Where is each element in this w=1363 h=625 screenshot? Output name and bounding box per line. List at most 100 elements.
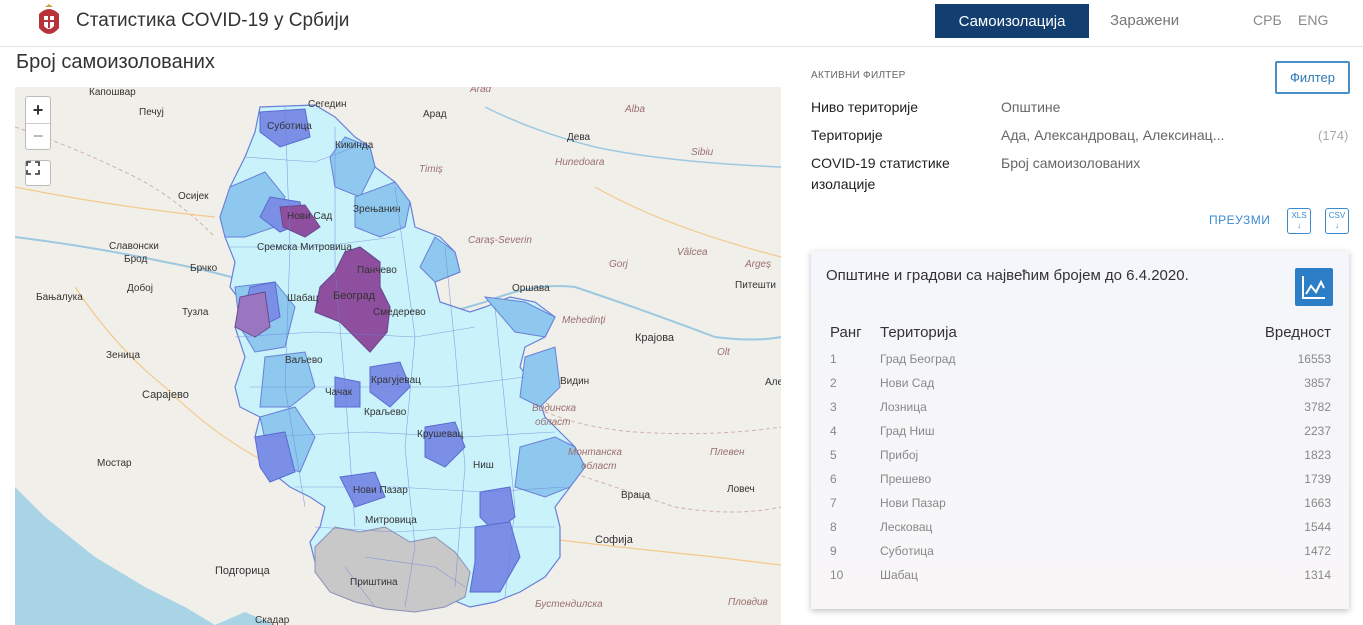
rank-cell: 1	[830, 352, 837, 366]
value-cell: 1739	[1304, 472, 1331, 486]
zoom-out-button[interactable]: −	[26, 123, 50, 149]
map-label: Подгорица	[215, 565, 270, 577]
map-label: Бустендилска	[535, 599, 603, 610]
value-cell: 1472	[1304, 544, 1331, 558]
lang-srb[interactable]: СРБ	[1253, 12, 1282, 28]
map-label: област	[535, 417, 571, 428]
map-label: Caraș-Severin	[468, 235, 532, 246]
table-row[interactable]: 8 Лесковац 1544	[811, 520, 1349, 544]
csv-download-icon[interactable]: CSV ↓	[1325, 208, 1349, 234]
zoom-in-button[interactable]: +	[26, 97, 50, 123]
xls-download-icon[interactable]: XLS ↓	[1287, 208, 1311, 234]
map-label: Крајова	[635, 332, 675, 344]
map-label: Ловеч	[727, 484, 755, 495]
map-label: Шабац	[287, 293, 319, 304]
header: Статистика COVID-19 у Србији Самоизолаци…	[0, 0, 1363, 47]
territory-cell: Лозница	[880, 400, 927, 414]
table-row[interactable]: 3 Лозница 3782	[811, 400, 1349, 424]
top-municipalities-card: Општине и градови са највећим бројем до …	[811, 251, 1349, 609]
map-label: Чачак	[325, 387, 353, 398]
choropleth-map[interactable]: + − Капошвар Печуј Сегедин Arad Арад Alb…	[15, 87, 781, 625]
map-label: Sibiu	[691, 147, 714, 158]
value-cell: 1544	[1304, 520, 1331, 534]
territory-cell: Нови Пазар	[880, 496, 946, 510]
map-label: Нови Сад	[287, 211, 333, 222]
map-label: Суботица	[267, 121, 312, 132]
table-row[interactable]: 5 Прибој 1823	[811, 448, 1349, 472]
map-label: Печуј	[139, 107, 164, 118]
zoom-control: + −	[25, 96, 51, 150]
value-cell: 16553	[1297, 352, 1331, 366]
map-label: Alba	[625, 104, 646, 115]
map-label: Оршава	[512, 283, 550, 294]
map-label: Митровица	[365, 515, 417, 526]
table-row[interactable]: 4 Град Ниш 2237	[811, 424, 1349, 448]
map-label: Софија	[595, 534, 633, 546]
map-label: Београд	[333, 290, 376, 302]
map-label: Брод	[124, 254, 148, 265]
nav-infected[interactable]: Заражени	[1110, 12, 1179, 29]
table-row[interactable]: 6 Прешево 1739	[811, 472, 1349, 496]
territory-cell: Шабац	[880, 568, 918, 582]
table-row[interactable]: 9 Суботица 1472	[811, 544, 1349, 568]
filter-button[interactable]: Филтер	[1275, 61, 1350, 94]
map-label: Питешти	[735, 280, 776, 291]
map-label: Крагујевац	[371, 375, 421, 386]
map-label: Капошвар	[89, 87, 136, 98]
map-label: Брчко	[190, 263, 218, 274]
map-label: Ниш	[473, 460, 494, 471]
map-label: Сремска Митровица	[257, 242, 352, 253]
map-label: Приштина	[350, 577, 398, 588]
map-label: Добој	[127, 283, 153, 294]
line-chart-icon[interactable]	[1295, 268, 1333, 306]
csv-label: CSV	[1328, 211, 1346, 220]
map-label: Argeș	[745, 259, 772, 270]
app-title: Статистика COVID-19 у Србији	[76, 10, 350, 31]
map-label: Але	[765, 377, 781, 388]
map-label: Vâlcea	[677, 247, 708, 258]
map-label: област	[581, 461, 617, 472]
rank-cell: 5	[830, 448, 837, 462]
rank-cell: 2	[830, 376, 837, 390]
value-cell: 2237	[1304, 424, 1331, 438]
map-label: Сегедин	[308, 99, 347, 110]
filter-stat-value: Број самоизолованих	[1001, 155, 1141, 171]
rank-cell: 10	[830, 568, 844, 582]
rank-cell: 9	[830, 544, 837, 558]
lang-eng[interactable]: ENG	[1298, 12, 1328, 28]
map-label: Плевен	[710, 447, 745, 458]
rank-cell: 3	[830, 400, 837, 414]
table-row[interactable]: 2 Нови Сад 3857	[811, 376, 1349, 400]
map-label: Пловдив	[728, 597, 768, 608]
map-label: Смедерево	[373, 307, 426, 318]
map-label: Арад	[423, 109, 447, 120]
nav-self-isolation[interactable]: Самоизолација	[935, 4, 1089, 38]
fullscreen-icon[interactable]	[25, 160, 51, 186]
download-label: ПРЕУЗМИ	[1209, 213, 1271, 227]
coat-of-arms-logo[interactable]	[36, 4, 62, 42]
value-cell: 1823	[1304, 448, 1331, 462]
map-label: Зеница	[106, 350, 140, 361]
value-cell: 3782	[1304, 400, 1331, 414]
map-label: Скадар	[255, 615, 290, 625]
map-label: Тузла	[182, 307, 209, 318]
map-label: Славонски	[109, 241, 159, 252]
map-label: Осијек	[178, 191, 209, 202]
rank-cell: 8	[830, 520, 837, 534]
table-row[interactable]: 10 Шабац 1314	[811, 568, 1349, 592]
col-value-header: Вредност	[1264, 324, 1331, 341]
map-label: Нови Пазар	[353, 485, 408, 496]
map-label: Olt	[717, 347, 730, 358]
table-row[interactable]: 1 Град Београд 16553	[811, 352, 1349, 376]
map-label: Дева	[567, 132, 591, 143]
table-row[interactable]: 7 Нови Пазар 1663	[811, 496, 1349, 520]
map-label: Бањалука	[36, 292, 83, 303]
filter-level-label: Ниво територије	[811, 99, 919, 115]
map-label: Gorj	[609, 259, 628, 270]
map-label: Враца	[621, 490, 651, 501]
map-label: Монтанска	[568, 447, 622, 458]
territory-cell: Лесковац	[880, 520, 933, 534]
map-label: Зрењанин	[353, 204, 401, 215]
value-cell: 3857	[1304, 376, 1331, 390]
map-label: Arad	[470, 87, 492, 95]
